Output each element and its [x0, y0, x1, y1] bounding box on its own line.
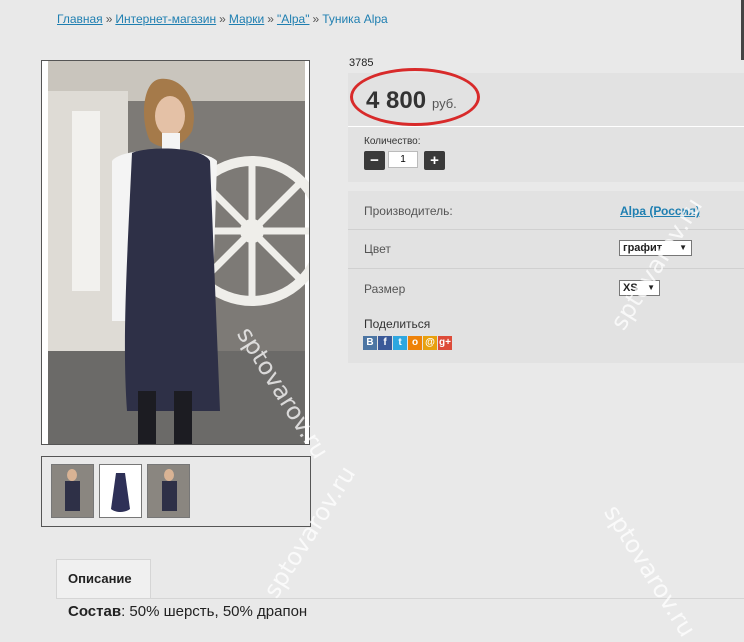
breadcrumb-current: Туника Alpa — [322, 12, 388, 26]
size-row: Размер XS ▼ — [348, 269, 744, 307]
breadcrumb: Главная» Интернет-магазин» Марки» "Alpa"» Ту… — [57, 12, 388, 26]
breadcrumb-alpa-link[interactable]: "Alpa" — [277, 12, 310, 26]
share-icons: Bf t o @ g+ — [363, 336, 453, 352]
thumbnail-image — [148, 465, 189, 517]
tab-divider — [56, 598, 744, 599]
breadcrumb-separator: » — [267, 12, 274, 26]
quantity-decrease-button[interactable]: − — [364, 151, 385, 170]
twitter-icon[interactable]: t — [393, 336, 407, 350]
thumbnail-image — [52, 465, 93, 517]
product-sku: 3785 — [349, 57, 374, 69]
mailru-icon[interactable]: @ — [423, 336, 437, 350]
breadcrumb-home-link[interactable]: Главная — [57, 12, 103, 26]
composition-label: Состав — [68, 603, 122, 620]
thumbnail-1[interactable] — [51, 464, 94, 518]
breadcrumb-shop-link[interactable]: Интернет-магазин — [115, 12, 216, 26]
tab-description[interactable]: Описание — [56, 559, 151, 599]
thumbnail-3[interactable] — [147, 464, 190, 518]
thumbnail-strip — [41, 456, 311, 527]
vk-icon[interactable]: B — [363, 336, 377, 350]
breadcrumb-separator: » — [312, 12, 320, 26]
thumbnail-2[interactable] — [99, 464, 142, 518]
price-highlight-circle — [350, 68, 480, 126]
manufacturer-label: Производитель: — [364, 204, 453, 218]
quantity-increase-button[interactable]: + — [424, 151, 445, 170]
breadcrumb-separator: » — [219, 12, 226, 26]
share-label: Поделиться — [364, 317, 431, 331]
composition-value: : 50% шерсть, 50% драпон — [121, 603, 308, 620]
breadcrumb-separator: » — [105, 12, 113, 26]
facebook-icon[interactable]: f — [378, 336, 392, 350]
color-label: Цвет — [364, 242, 391, 256]
quantity-box: Количество: − + — [348, 127, 744, 182]
quantity-label: Количество: — [364, 136, 421, 147]
size-label: Размер — [364, 282, 406, 296]
odnoklassniki-icon[interactable]: o — [408, 336, 422, 350]
thumbnail-image — [100, 465, 141, 517]
quantity-input[interactable] — [388, 151, 418, 168]
googleplus-icon[interactable]: g+ — [438, 336, 452, 350]
watermark: sptovarov.ru — [598, 500, 702, 642]
breadcrumb-brands-link[interactable]: Марки — [229, 12, 264, 26]
tab-description-label: Описание — [68, 571, 132, 586]
composition-text: Состав: 50% шерсть, 50% драпон — [68, 603, 307, 620]
